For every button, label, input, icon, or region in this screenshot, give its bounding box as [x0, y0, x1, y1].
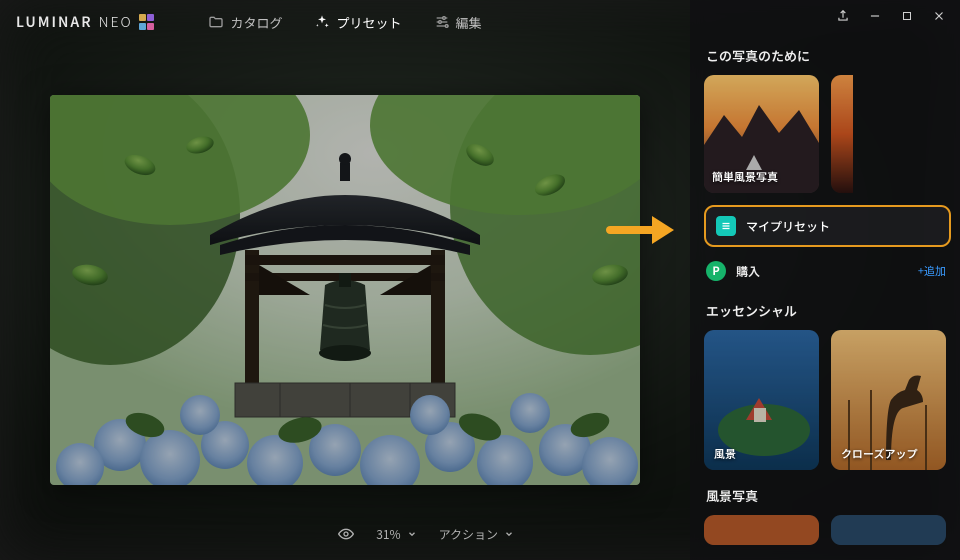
tab-edit-label: 編集 — [456, 13, 482, 32]
tab-edit[interactable]: 編集 — [422, 7, 494, 38]
tab-catalog-label: カタログ — [230, 13, 282, 32]
tab-presets-label: プリセット — [336, 13, 401, 32]
close-button[interactable] — [932, 9, 946, 23]
essential-card-label: 風景 — [714, 446, 736, 462]
preset-card-film[interactable]: フィルム風 — [831, 75, 853, 193]
logo-text-b: NEO — [99, 12, 133, 32]
preset-card-partial[interactable] — [831, 515, 946, 545]
essential-card-closeup[interactable]: クローズアップ — [831, 330, 946, 470]
logo-text-a: LUMINAR — [16, 12, 93, 32]
presets-panel: この写真のために 簡単風景写真 — [690, 0, 960, 560]
share-icon[interactable] — [836, 9, 850, 23]
visibility-toggle[interactable] — [338, 526, 354, 542]
purchase-icon: P — [706, 261, 726, 281]
action-label: アクション — [439, 526, 498, 543]
preset-card-easy-landscape[interactable]: 簡単風景写真 — [704, 75, 819, 193]
eye-icon — [338, 526, 354, 542]
section-for-this-photo: この写真のために — [706, 46, 948, 65]
section-essentials: エッセンシャル — [706, 301, 948, 320]
zoom-value: 31% — [376, 526, 400, 543]
preset-card-label: フィルム風 — [831, 169, 850, 185]
zoom-level[interactable]: 31% — [376, 526, 416, 543]
action-menu[interactable]: アクション — [439, 526, 514, 543]
app-logo: LUMINAR NEO — [16, 12, 155, 32]
preset-card-partial[interactable] — [704, 515, 819, 545]
folder-icon — [208, 14, 224, 30]
top-bar: LUMINAR NEO カタログ プリセッ — [0, 0, 690, 44]
essential-card-landscape[interactable]: 風景 — [704, 330, 819, 470]
window-controls — [690, 0, 960, 32]
sparkle-icon — [314, 14, 330, 30]
chevron-down-icon — [504, 529, 514, 539]
bottom-bar: 31% アクション — [0, 514, 690, 554]
my-presets-label: マイプリセット — [746, 218, 830, 235]
section-landscape-photo: 風景写真 — [706, 486, 948, 505]
essential-card-label: クローズアップ — [841, 446, 917, 462]
sliders-icon — [434, 14, 450, 30]
puzzle-icon — [139, 14, 155, 30]
chevron-down-icon — [407, 529, 417, 539]
tab-catalog[interactable]: カタログ — [196, 7, 294, 38]
presets-badge-icon — [716, 216, 736, 236]
maximize-button[interactable] — [900, 9, 914, 23]
purchase-row[interactable]: P 購入 +追加 — [704, 253, 948, 287]
canvas-area — [0, 44, 690, 560]
preset-card-label: 簡単風景写真 — [712, 169, 778, 185]
minimize-button[interactable] — [868, 9, 882, 23]
purchase-label: 購入 — [736, 263, 908, 280]
add-link[interactable]: +追加 — [918, 263, 946, 279]
photo-preview[interactable] — [50, 95, 640, 485]
tab-presets[interactable]: プリセット — [302, 7, 413, 38]
my-presets-button[interactable]: マイプリセット — [704, 205, 951, 247]
